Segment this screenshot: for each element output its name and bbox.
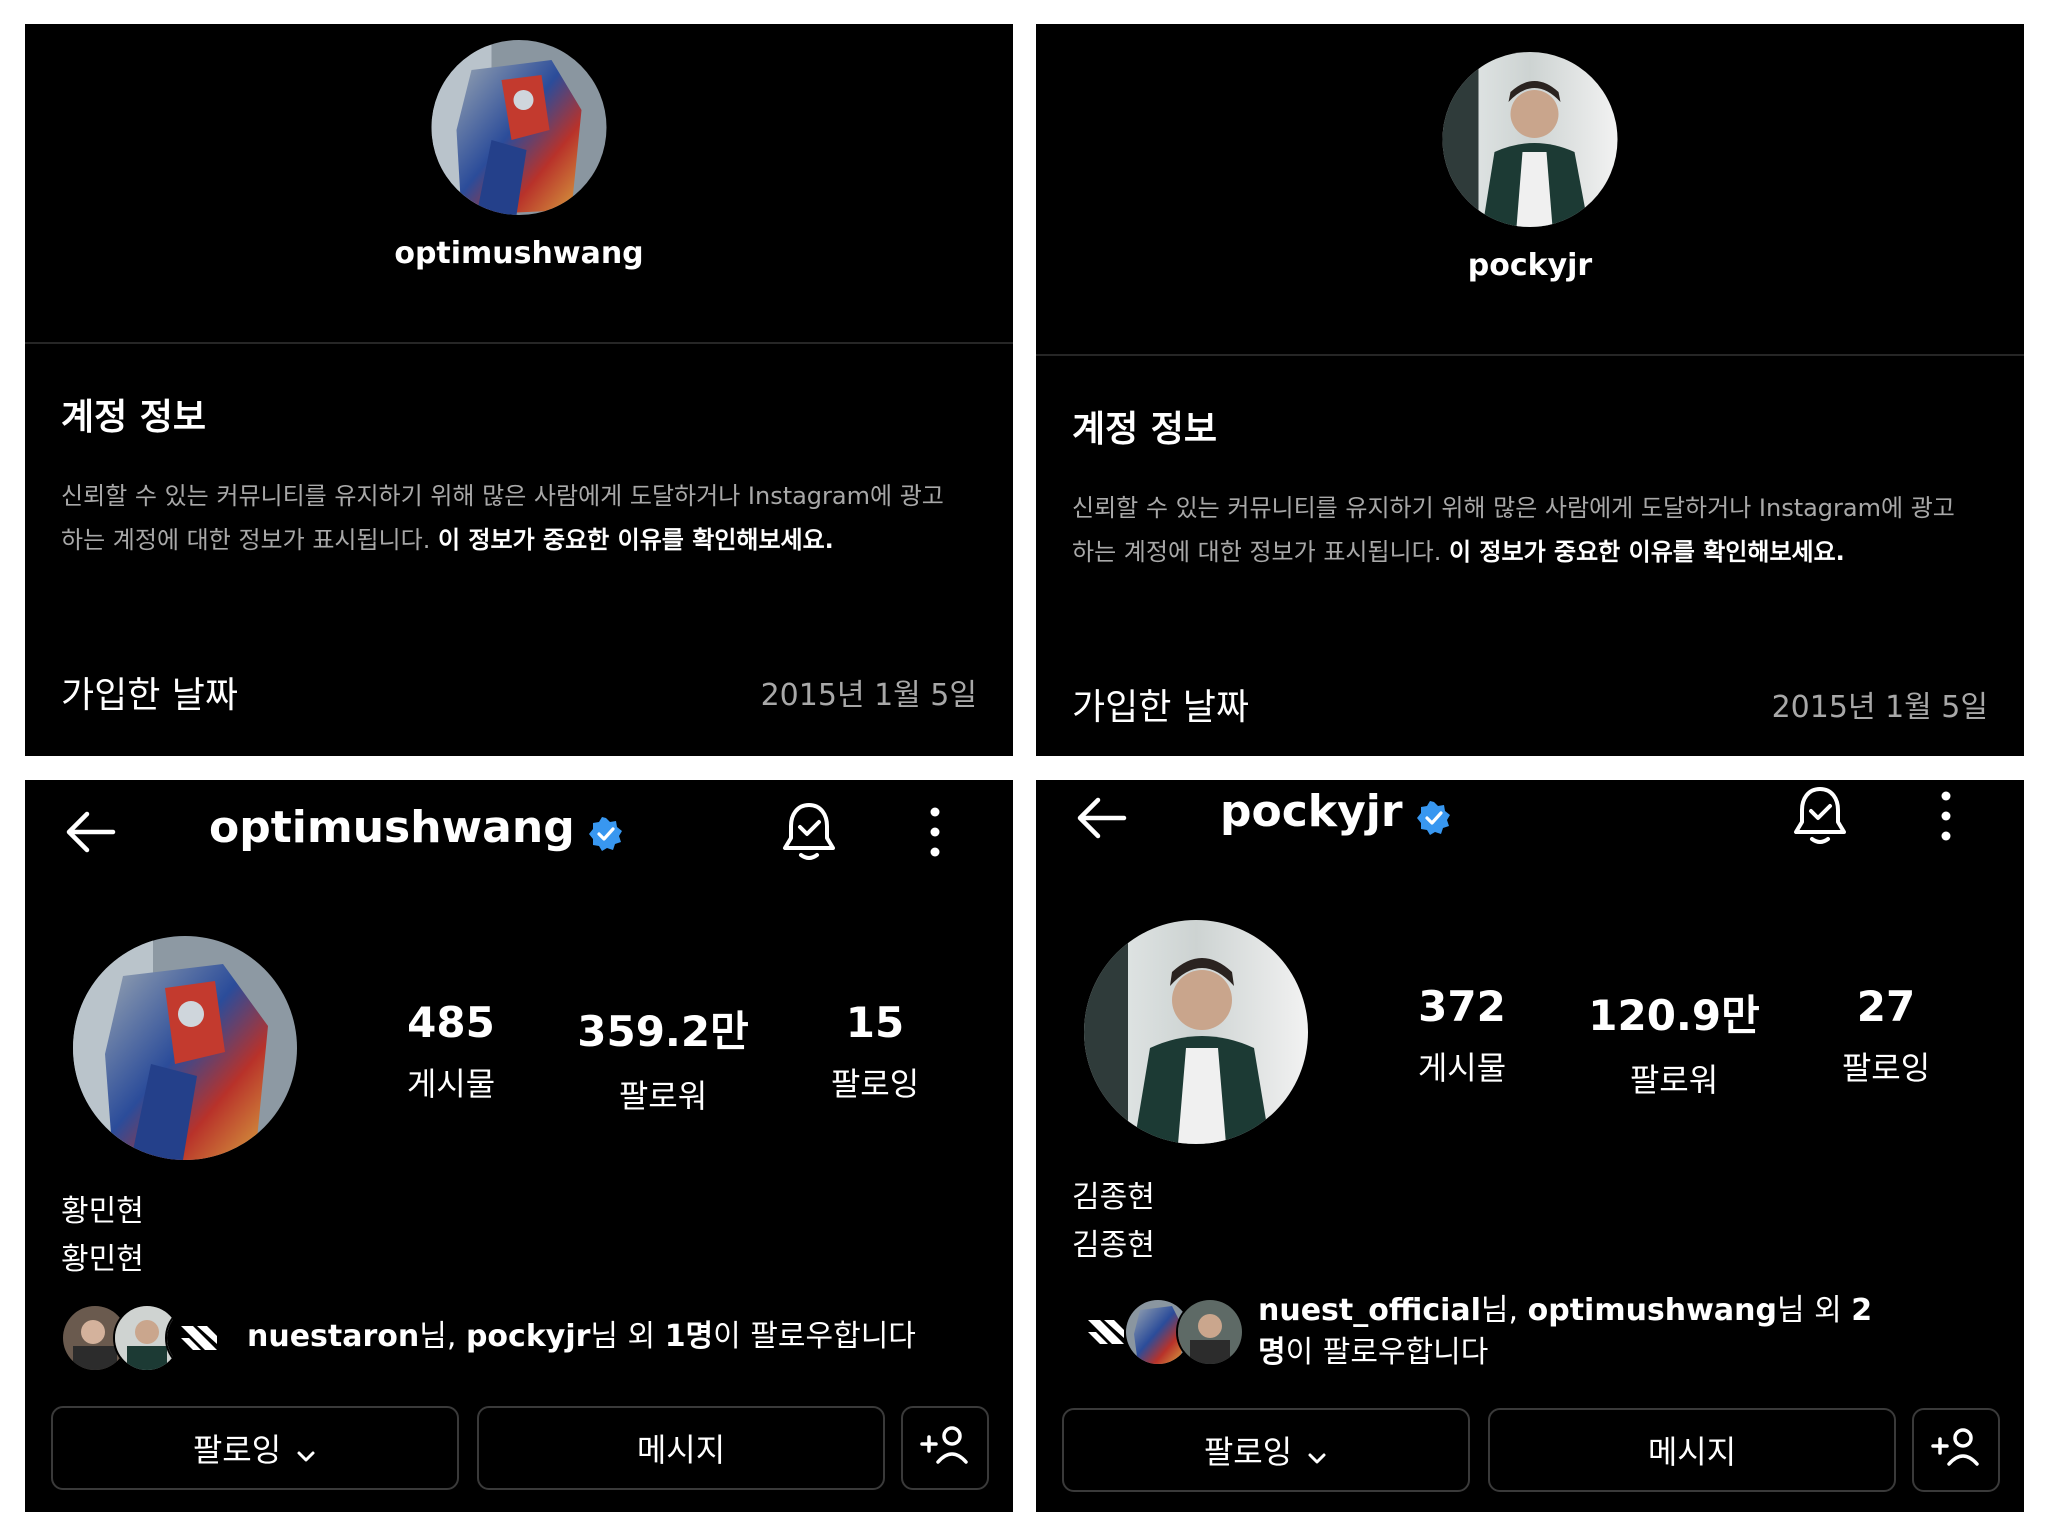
stat-followers[interactable]: 359.2만 팔로워	[573, 998, 753, 1117]
divider	[1036, 354, 2024, 356]
add-person-button[interactable]	[901, 1406, 989, 1490]
account-info-panel-right: pockyjr 계정 정보 신뢰할 수 있는 커뮤니티를 유지하기 위해 많은 …	[1036, 24, 2024, 756]
add-person-button[interactable]	[1912, 1408, 2000, 1492]
mutual-user[interactable]: nuest_official	[1258, 1293, 1481, 1328]
date-joined-label: 가입한 날짜	[61, 675, 239, 716]
account-info-panel-left: optimushwang 계정 정보 신뢰할 수 있는 커뮤니티를 유지하기 위…	[25, 24, 1013, 756]
mutual-sep: 님,	[419, 1319, 466, 1354]
verified-badge-icon	[588, 811, 623, 851]
stat-label: 팔로잉	[1841, 1049, 1931, 1087]
message-button[interactable]: 메시지	[1488, 1408, 1896, 1492]
stat-followers[interactable]: 120.9만 팔로워	[1584, 982, 1764, 1101]
mutual-followers[interactable]: nuest_official님, optimushwang님 외 2명이 팔로우…	[1072, 1290, 1898, 1374]
chevron-down-icon	[295, 1437, 317, 1462]
full-name: 황민현	[61, 1194, 144, 1229]
profile-avatar	[431, 40, 607, 215]
more-options-icon[interactable]	[1934, 786, 1958, 846]
profile-panel-left: optimushwang 485 게시물 359.2만 팔로워 15 팔로잉 황…	[25, 780, 1013, 1512]
stat-label: 팔로워	[1629, 1061, 1719, 1099]
stat-value: 359.2만	[577, 1007, 749, 1056]
profile-avatar[interactable]	[73, 936, 297, 1160]
mutual-tail: 이 팔로우합니다	[1285, 1335, 1489, 1370]
mutual-mid: 님 외	[1776, 1293, 1852, 1328]
stat-value: 15	[845, 998, 905, 1047]
message-button-label: 메시지	[1647, 1433, 1737, 1471]
profile-name: 김종현 김종현	[1072, 1174, 1155, 1270]
mutual-avatars	[61, 1304, 233, 1372]
back-arrow-icon[interactable]	[1072, 788, 1132, 848]
learn-more-link[interactable]: 이 정보가 중요한 이유를 확인해보세요.	[1449, 538, 1845, 566]
stat-following[interactable]: 27 팔로잉	[1796, 982, 1976, 1089]
bio-text: 황민현	[61, 1242, 144, 1277]
stat-value: 485	[407, 998, 495, 1047]
notification-bell-icon[interactable]	[781, 800, 837, 862]
profile-username: optimushwang	[209, 802, 575, 853]
stat-following[interactable]: 15 팔로잉	[785, 998, 965, 1105]
back-arrow-icon[interactable]	[61, 802, 121, 862]
mutual-tail: 이 팔로우합니다	[713, 1319, 916, 1354]
divider	[25, 342, 1013, 344]
stat-label: 게시물	[1417, 1049, 1507, 1087]
profile-avatar[interactable]	[1084, 920, 1308, 1144]
account-username: pockyjr	[1467, 248, 1593, 283]
stat-value: 372	[1418, 982, 1506, 1031]
add-person-icon	[920, 1424, 970, 1472]
stat-value: 120.9만	[1588, 991, 1760, 1040]
date-joined-label: 가입한 날짜	[1072, 687, 1250, 728]
chevron-down-icon	[1306, 1439, 1328, 1464]
date-joined-value: 2015년 1월 5일	[1771, 690, 1988, 725]
profile-avatar	[1442, 52, 1618, 227]
message-button-label: 메시지	[636, 1431, 726, 1469]
mutual-count: 1명	[664, 1319, 714, 1354]
section-title: 계정 정보	[1072, 409, 1218, 450]
stat-label: 팔로워	[618, 1077, 708, 1115]
account-info-description: 신뢰할 수 있는 커뮤니티를 유지하기 위해 많은 사람에게 도달하거나 Ins…	[61, 474, 961, 562]
profile-header-title: optimushwang	[209, 802, 623, 853]
profile-name: 황민현 황민현	[61, 1188, 144, 1284]
mutual-followers-text: nuest_official님, optimushwang님 외 2명이 팔로우…	[1258, 1290, 1898, 1374]
mutual-user[interactable]: pockyjr	[466, 1319, 590, 1354]
following-button-label: 팔로잉	[1203, 1433, 1293, 1471]
mutual-user[interactable]: nuestaron	[247, 1319, 419, 1354]
message-button[interactable]: 메시지	[477, 1406, 885, 1490]
account-info-description: 신뢰할 수 있는 커뮤니티를 유지하기 위해 많은 사람에게 도달하거나 Ins…	[1072, 486, 1972, 574]
mutual-followers-text: nuestaron님, pockyjr님 외 1명이 팔로우합니다	[247, 1316, 916, 1358]
following-button[interactable]: 팔로잉	[51, 1406, 459, 1490]
mutual-avatar	[1176, 1298, 1244, 1366]
stat-posts[interactable]: 485 게시물	[361, 998, 541, 1105]
stat-label: 게시물	[406, 1065, 496, 1103]
bio-text: 김종현	[1072, 1228, 1155, 1263]
date-joined-value: 2015년 1월 5일	[760, 678, 977, 713]
notification-bell-icon[interactable]	[1792, 784, 1848, 846]
mutual-followers[interactable]: nuestaron님, pockyjr님 외 1명이 팔로우합니다	[61, 1304, 916, 1372]
following-button-label: 팔로잉	[192, 1431, 282, 1469]
mutual-mid: 님 외	[590, 1319, 665, 1354]
account-username: optimushwang	[394, 236, 644, 271]
stat-label: 팔로잉	[830, 1065, 920, 1103]
mutual-avatar	[165, 1304, 233, 1372]
profile-username: pockyjr	[1220, 786, 1403, 837]
profile-panel-right: pockyjr 372 게시물 120.9만 팔로워 27 팔로잉 김종현 김종…	[1036, 780, 2024, 1512]
mutual-sep: 님,	[1480, 1293, 1528, 1328]
stat-value: 27	[1856, 982, 1916, 1031]
mutual-avatars	[1072, 1290, 1244, 1366]
verified-badge-icon	[1416, 795, 1451, 835]
more-options-icon[interactable]	[923, 802, 947, 862]
learn-more-link[interactable]: 이 정보가 중요한 이유를 확인해보세요.	[438, 526, 834, 554]
full-name: 김종현	[1072, 1180, 1155, 1215]
mutual-user[interactable]: optimushwang	[1528, 1293, 1777, 1328]
profile-header-title: pockyjr	[1220, 786, 1451, 837]
section-title: 계정 정보	[61, 397, 207, 438]
stat-posts[interactable]: 372 게시물	[1372, 982, 1552, 1089]
following-button[interactable]: 팔로잉	[1062, 1408, 1470, 1492]
add-person-icon	[1931, 1426, 1981, 1474]
